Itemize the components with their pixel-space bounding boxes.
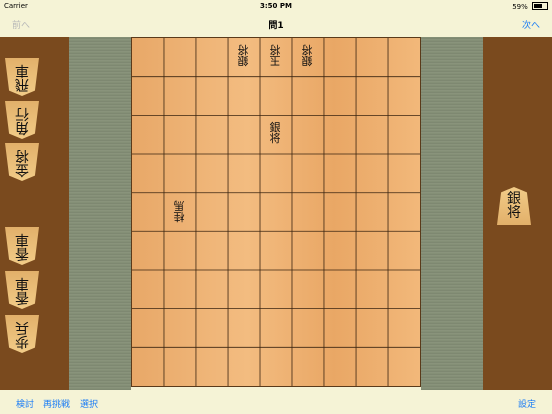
piece-char: 金: [15, 161, 29, 177]
select-button[interactable]: 選択: [80, 397, 98, 410]
piece-char: 将: [237, 43, 249, 56]
piece-char: 将: [269, 132, 281, 145]
page-title: 問1: [268, 21, 284, 31]
piece-char: 将: [15, 147, 29, 163]
hand-piece-lance[interactable]: 香車: [5, 227, 39, 265]
piece-char: 将: [507, 205, 521, 221]
battery-indicator: 59%: [512, 2, 548, 11]
board-piece-silver[interactable]: 銀将: [231, 41, 255, 69]
board-piece-silver[interactable]: 銀将: [263, 119, 287, 147]
piece-char: 馬: [173, 199, 185, 212]
piece-char: 歩: [15, 333, 29, 349]
piece-char: 兵: [15, 319, 29, 335]
review-button[interactable]: 検討: [16, 397, 34, 410]
piece-char: 角: [15, 119, 29, 135]
next-button[interactable]: 次へ: [522, 18, 540, 31]
hand-piece-rook[interactable]: 飛車: [5, 58, 39, 96]
piece-char: 香: [15, 289, 29, 305]
piece-char: 銀: [237, 54, 249, 67]
tatami-left: [69, 37, 131, 390]
board-piece-silver[interactable]: 銀将: [295, 41, 319, 69]
nav-bar: 前へ 問1 次へ: [0, 12, 552, 34]
board-piece-king[interactable]: 玉将: [263, 41, 287, 69]
piece-char: 銀: [301, 54, 313, 67]
hand-piece-silver[interactable]: 銀将: [497, 187, 531, 225]
piece-char: 将: [301, 43, 313, 56]
piece-char: 行: [15, 105, 29, 121]
tatami-right: [421, 37, 483, 390]
piece-char: 車: [15, 231, 29, 247]
battery-icon: [532, 2, 548, 10]
battery-percent: 59%: [512, 3, 528, 11]
hand-piece-bishop[interactable]: 角行: [5, 101, 39, 139]
hand-piece-lance[interactable]: 香車: [5, 271, 39, 309]
piece-char: 将: [269, 43, 281, 56]
status-bar: Carrier 3:50 PM 59%: [0, 0, 552, 12]
board-piece-knight[interactable]: 桂馬: [167, 197, 191, 225]
bottom-toolbar: 検討 再挑戦 選択 設定: [0, 392, 552, 414]
piece-char: 香: [15, 245, 29, 261]
settings-button[interactable]: 設定: [518, 397, 536, 410]
piece-char: 銀: [507, 191, 521, 207]
piece-char: 玉: [269, 54, 281, 67]
clock: 3:50 PM: [260, 2, 292, 10]
piece-char: 桂: [173, 210, 185, 223]
piece-char: 車: [15, 275, 29, 291]
piece-char: 車: [15, 62, 29, 78]
piece-char: 飛: [15, 76, 29, 92]
hand-piece-pawn[interactable]: 歩兵: [5, 315, 39, 353]
retry-button[interactable]: 再挑戦: [43, 397, 70, 410]
hand-piece-gold[interactable]: 金将: [5, 143, 39, 181]
